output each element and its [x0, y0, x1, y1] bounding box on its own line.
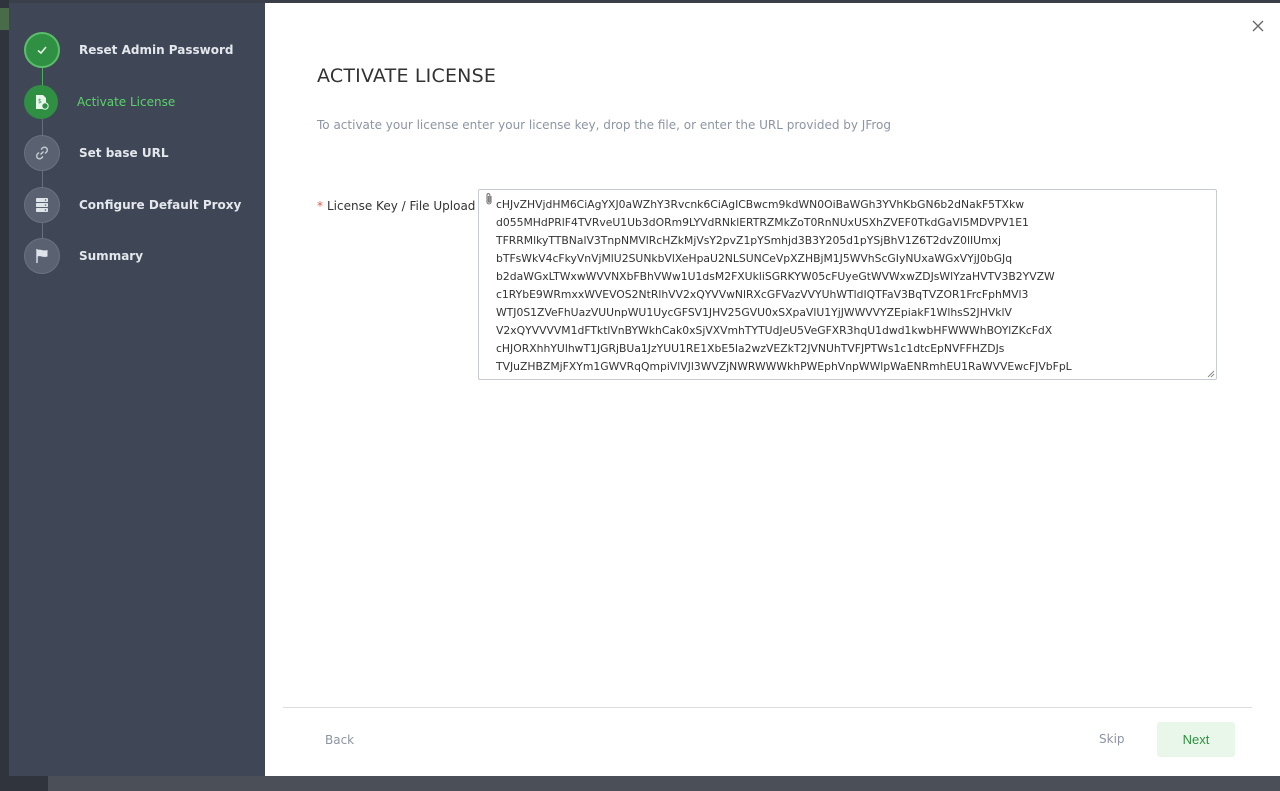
paperclip-icon[interactable]	[483, 192, 495, 206]
wizard-step-set-base-url[interactable]: Set base URL	[24, 135, 168, 171]
wizard-content: ACTIVATE LICENSE To activate your licens…	[265, 3, 1280, 776]
backdrop	[0, 0, 9, 791]
license-key-textarea[interactable]: cHJvZHVjdHM6CiAgYXJ0aWZhY3Rvcnk6CiAgICBw…	[478, 189, 1217, 380]
check-icon	[24, 32, 60, 68]
next-button[interactable]: Next	[1157, 722, 1235, 757]
wizard-step-label: Reset Admin Password	[79, 43, 234, 57]
onboarding-wizard-modal: Reset Admin Password $ Activate License	[9, 3, 1280, 776]
back-button[interactable]: Back	[325, 733, 354, 747]
server-icon	[24, 187, 60, 223]
license-key-label: * License Key / File Upload	[317, 199, 475, 213]
backdrop-bottom-bar	[48, 776, 1280, 791]
footer-divider	[283, 707, 1252, 708]
wizard-sidebar: Reset Admin Password $ Activate License	[9, 3, 265, 776]
link-icon	[24, 135, 60, 171]
skip-button[interactable]: Skip	[1099, 732, 1125, 746]
wizard-step-label: Set base URL	[79, 146, 169, 160]
resize-handle-icon[interactable]	[1206, 369, 1215, 378]
license-key-value[interactable]: cHJvZHVjdHM6CiAgYXJ0aWZhY3Rvcnk6CiAgICBw…	[496, 196, 1212, 375]
license-key-label-text: License Key / File Upload	[327, 199, 476, 213]
close-icon[interactable]	[1250, 19, 1266, 35]
required-marker: *	[317, 199, 323, 213]
wizard-step-label: Summary	[79, 249, 144, 263]
wizard-step-label: Configure Default Proxy	[79, 198, 242, 212]
svg-text:$: $	[38, 98, 42, 105]
wizard-step-summary[interactable]: Summary	[24, 238, 143, 274]
page-subtitle: To activate your license enter your lice…	[317, 118, 891, 132]
wizard-step-activate-license[interactable]: $ Activate License	[24, 84, 175, 120]
license-icon: $	[24, 85, 58, 119]
wizard-step-label: Activate License	[77, 95, 176, 109]
flag-icon	[24, 238, 60, 274]
wizard-step-configure-default-proxy[interactable]: Configure Default Proxy	[24, 187, 241, 223]
backdrop-accent	[0, 8, 9, 30]
wizard-step-reset-admin-password[interactable]: Reset Admin Password	[24, 32, 233, 68]
page-title: ACTIVATE LICENSE	[317, 65, 497, 87]
